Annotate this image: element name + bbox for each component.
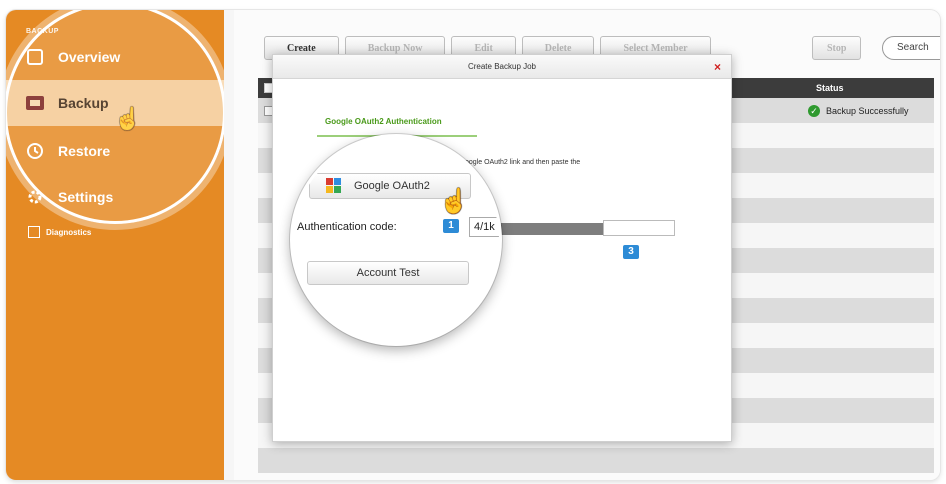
search-input[interactable]: Search [882, 36, 940, 60]
google-icon [326, 178, 342, 194]
status-cell: ✓ Backup Successfully [808, 104, 909, 117]
dialog-instruction: oogle OAuth2 link and then paste the [465, 159, 581, 166]
step-3-badge: 3 [623, 245, 639, 259]
google-oauth2-button-label: Google OAuth2 [354, 180, 430, 192]
dialog-title: Create Backup Job [467, 62, 537, 71]
sidebar-item-diagnostics[interactable]: Diagnostics [28, 226, 91, 238]
auth-code-input[interactable]: 4/1k [469, 217, 499, 237]
diagnostics-icon [28, 226, 40, 238]
status-column-header: Status [816, 83, 844, 93]
dialog-magnifier: Google OAuth2 ☝ Authentication code: 1 4… [290, 134, 502, 346]
dialog-titlebar: Create Backup Job × [273, 55, 731, 79]
account-test-button[interactable]: Account Test [307, 261, 469, 285]
auth-code-label: Authentication code: [297, 221, 397, 233]
step-1-badge: 1 [443, 219, 459, 233]
app-window: BACKUP Overview Backup Restore Settings [6, 10, 940, 480]
tab-google-oauth2[interactable]: Google OAuth2 Authentication [325, 117, 442, 126]
sidebar-magnifier [6, 10, 226, 224]
status-text: Backup Successfully [826, 105, 909, 116]
table-row [258, 448, 934, 473]
hand-cursor-icon: ☝ [439, 188, 469, 215]
sidebar-item-label: Diagnostics [46, 227, 92, 237]
auth-code-field-tail[interactable] [603, 220, 675, 236]
success-check-icon: ✓ [808, 104, 820, 117]
close-icon[interactable]: × [714, 55, 721, 79]
stop-button[interactable]: Stop [812, 36, 862, 60]
